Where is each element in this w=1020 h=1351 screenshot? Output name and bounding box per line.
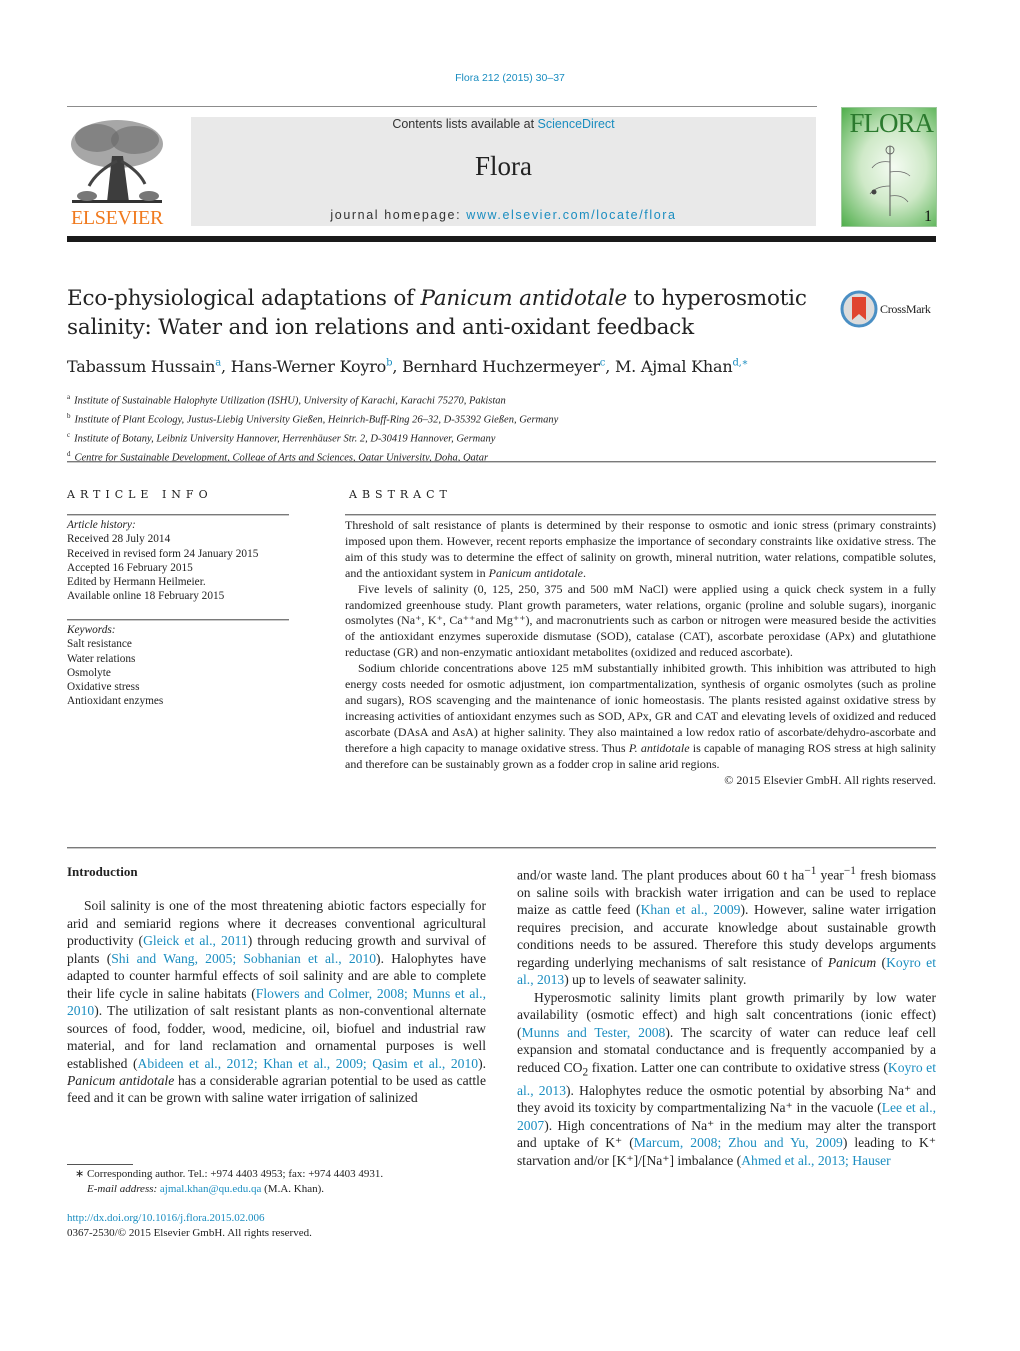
body-paragraph: Hyperosmotic salinity limits plant growt… xyxy=(517,989,937,1168)
body-column-right: and/or waste land. The plant produces ab… xyxy=(517,863,936,1169)
keyword: Antioxidant enzymes xyxy=(67,695,164,708)
history-item: Available online 18 February 2015 xyxy=(67,590,225,603)
citation-link[interactable]: Ahmed et al., 2013; Hauser xyxy=(741,1153,891,1168)
affiliation: c Institute of Botany, Leibniz University… xyxy=(67,431,496,445)
citation-link[interactable]: Munns and Tester, 2008 xyxy=(522,1025,666,1040)
body-paragraph: Soil salinity is one of the most threate… xyxy=(67,898,487,1106)
header-divider xyxy=(67,106,817,107)
crossmark-badge[interactable]: CrossMark xyxy=(840,290,940,330)
history-item: Edited by Hermann Heilmeier. xyxy=(67,576,206,589)
keyword: Osmolyte xyxy=(67,666,111,679)
author[interactable]: M. Ajmal Khand,∗ xyxy=(615,357,748,376)
article-info-heading: ARTICLE INFO xyxy=(67,488,213,501)
author[interactable]: Tabassum Hussaina xyxy=(67,357,221,376)
author[interactable]: Bernhard Huchzermeyerc xyxy=(402,357,605,376)
citation-link[interactable]: Gleick et al., 2011 xyxy=(143,933,248,948)
keywords-divider xyxy=(67,619,289,621)
abstract-paragraph: Sodium chloride concentrations above 125… xyxy=(345,661,937,771)
affiliation: a Institute of Sustainable Halophyte Util… xyxy=(67,393,506,407)
abstract-paragraph: Threshold of salt resistance of plants i… xyxy=(345,518,936,580)
body-column-left: Introduction Soil salinity is one of the… xyxy=(67,863,486,1107)
abstract-paragraph: Five levels of salinity (0, 125, 250, 37… xyxy=(345,581,936,660)
journal-banner: Contents lists available at ScienceDirec… xyxy=(191,117,816,226)
corresponding-author: ∗ Corresponding author. Tel.: +974 4403 … xyxy=(75,1168,384,1180)
elsevier-tree-icon xyxy=(71,120,163,203)
contents-line: Contents lists available at ScienceDirec… xyxy=(191,117,816,131)
cover-title: FLORA xyxy=(849,108,934,138)
article-title: Eco-physiological adaptations of Panicum… xyxy=(67,284,827,342)
citation-link[interactable]: Shi and Wang, 2005; Sobhanian et al., 20… xyxy=(111,951,376,966)
keyword: Oxidative stress xyxy=(67,681,140,694)
homepage-line: journal homepage: www.elsevier.com/locat… xyxy=(191,208,816,222)
citation-link[interactable]: Marcum, 2008; Zhou and Yu, 2009 xyxy=(634,1135,843,1150)
keywords: Keywords: Salt resistance Water relation… xyxy=(67,623,292,709)
abstract-divider xyxy=(345,514,936,516)
abstract-heading: ABSTRACT xyxy=(349,488,452,501)
title-species: Panicum antidotale xyxy=(420,286,628,311)
citation-link[interactable]: Abideen et al., 2012; Khan et al., 2009;… xyxy=(138,1056,479,1071)
footnote-divider xyxy=(67,1164,133,1165)
affiliation: b Institute of Plant Ecology, Justus-Lieb… xyxy=(67,412,559,426)
header-thick-bar xyxy=(67,236,936,242)
doi-link[interactable]: http://dx.doi.org/10.1016/j.flora.2015.0… xyxy=(67,1212,264,1224)
contents-prefix: Contents lists available at xyxy=(392,117,538,131)
elsevier-wordmark: ELSEVIER xyxy=(70,207,164,229)
author[interactable]: Hans-Werner Koyrob xyxy=(231,357,393,376)
crossmark-icon xyxy=(840,290,878,328)
history-label: Article history: xyxy=(67,519,136,531)
elsevier-logo[interactable]: ELSEVIER xyxy=(67,116,167,229)
journal-reference[interactable]: Flora 212 (2015) 30–37 xyxy=(0,72,1020,84)
abstract-copyright: © 2015 Elsevier GmbH. All rights reserve… xyxy=(724,772,936,787)
sciencedirect-link[interactable]: ScienceDirect xyxy=(538,117,615,131)
article-info-divider xyxy=(67,514,289,516)
title-part-1: Eco-physiological adaptations of xyxy=(67,286,421,311)
crossmark-label: CrossMark xyxy=(880,302,931,316)
keyword: Salt resistance xyxy=(67,638,132,651)
journal-cover-image[interactable]: FLORA 1 xyxy=(841,107,937,227)
keywords-label: Keywords: xyxy=(67,624,116,636)
body-paragraph: and/or waste land. The plant produces ab… xyxy=(517,865,937,988)
citation-link[interactable]: Khan et al., 2009 xyxy=(641,902,741,917)
introduction-heading: Introduction xyxy=(67,864,138,879)
abstract-body: Threshold of salt resistance of plants i… xyxy=(345,518,936,788)
history-item: Received 28 July 2014 xyxy=(67,533,171,546)
body-divider xyxy=(67,847,936,849)
issn-copyright: 0367-2530/© 2015 Elsevier GmbH. All righ… xyxy=(67,1226,312,1239)
journal-homepage-link[interactable]: www.elsevier.com/locate/flora xyxy=(466,208,676,222)
journal-title: Flora xyxy=(475,151,532,181)
affiliation: d Centre for Sustainable Development, Col… xyxy=(67,450,489,464)
article-history: Article history: Received 28 July 2014 R… xyxy=(67,518,292,604)
history-item: Accepted 16 February 2015 xyxy=(67,561,193,574)
author-list: Tabassum Hussaina, Hans-Werner Koyrob, B… xyxy=(67,357,749,376)
homepage-prefix: journal homepage: xyxy=(330,208,467,222)
plant-illustration-icon xyxy=(869,145,911,216)
keyword: Water relations xyxy=(67,652,136,665)
email-line: E-mail address: ajmal.khan@qu.edu.qa (M.… xyxy=(87,1182,325,1195)
corresponding-author-footnote: ∗ Corresponding author. Tel.: +974 4403 … xyxy=(67,1167,497,1196)
history-item: Received in revised form 24 January 2015 xyxy=(67,547,259,560)
cover-issue-number: 1 xyxy=(924,208,932,225)
email-link[interactable]: ajmal.khan@qu.edu.qa xyxy=(160,1183,261,1195)
affiliations: a Institute of Sustainable Halophyte Util… xyxy=(67,390,558,466)
doi-block: http://dx.doi.org/10.1016/j.flora.2015.0… xyxy=(67,1211,312,1240)
section-divider xyxy=(67,461,936,463)
